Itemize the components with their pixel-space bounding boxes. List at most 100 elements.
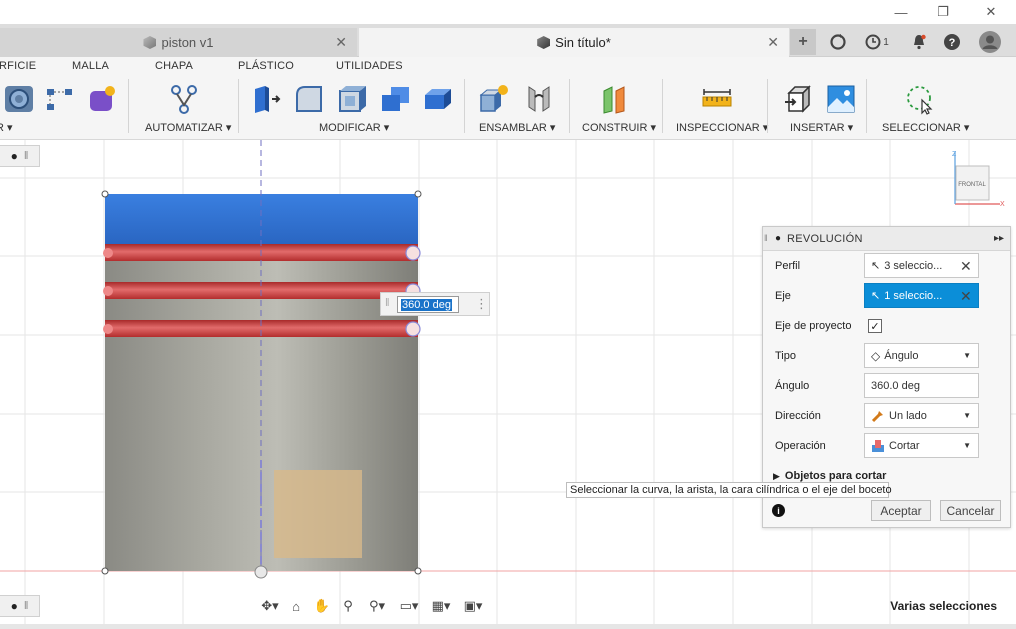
group-label-seleccionar[interactable]: SELECCIONAR ▾ xyxy=(882,121,969,134)
operation-dropdown[interactable]: Cortar ▼ xyxy=(864,433,979,458)
ribbon-tab-chapa[interactable]: CHAPA xyxy=(155,60,193,72)
group-label-insertar[interactable]: INSERTAR ▾ xyxy=(790,121,853,134)
new-tab-button[interactable]: + xyxy=(790,29,816,55)
shell-icon[interactable] xyxy=(336,83,368,115)
group-separator xyxy=(464,79,465,133)
accept-button[interactable]: Aceptar xyxy=(871,500,931,521)
canvas-image-icon[interactable] xyxy=(825,83,857,115)
offset-face-icon[interactable] xyxy=(422,83,454,115)
grip-icon: ‖ xyxy=(385,297,390,309)
more-options-icon[interactable]: ⋮ xyxy=(475,296,488,312)
group-label-construir[interactable]: CONSTRUIR ▾ xyxy=(582,121,656,134)
group-label-create[interactable]: R ▾ xyxy=(0,121,13,134)
fillet-icon[interactable] xyxy=(293,83,325,115)
angle-manipulator-input[interactable]: 360.0 deg xyxy=(397,296,459,313)
bottom-strip xyxy=(0,624,1016,629)
group-label-inspeccionar[interactable]: INSPECCIONAR ▾ xyxy=(676,121,768,134)
joint-icon[interactable] xyxy=(523,83,555,115)
type-dropdown[interactable]: ◇ Ángulo ▼ xyxy=(864,343,979,368)
cut-operation-icon xyxy=(872,439,884,452)
avatar-icon[interactable] xyxy=(977,29,1003,55)
comments-toggle[interactable]: ● ‖ xyxy=(0,595,40,617)
axis-label: Eje xyxy=(775,290,791,302)
document-tabbar: piston v1 ✕ Sin título* ✕ + 1 ? xyxy=(0,24,1016,57)
angle-value: 360.0 deg xyxy=(871,379,920,392)
ribbon-tab-superficie[interactable]: RFICIE xyxy=(0,60,36,72)
tab-sin-titulo[interactable]: Sin título* ✕ xyxy=(359,28,789,57)
press-pull-icon[interactable] xyxy=(250,83,282,115)
clear-axis-icon[interactable]: ✕ xyxy=(960,288,972,305)
restore-button[interactable]: ❐ xyxy=(920,0,966,24)
operation-label: Operación xyxy=(775,440,826,452)
type-label: Tipo xyxy=(775,350,796,362)
fit-icon[interactable]: ⚲▾ xyxy=(362,595,392,617)
group-separator xyxy=(128,79,129,133)
dialog-header[interactable]: ‖ ● REVOLUCIÓN ▸▸ xyxy=(763,227,1010,251)
timer-count: 1 xyxy=(883,36,889,48)
tab-piston-v1[interactable]: piston v1 ✕ xyxy=(0,28,357,57)
info-icon[interactable]: i xyxy=(772,504,785,517)
group-separator xyxy=(662,79,663,133)
tab-label: Sin título* xyxy=(555,35,611,50)
display-settings-icon[interactable]: ▭▾ xyxy=(394,595,424,617)
insert-derive-icon[interactable] xyxy=(783,83,815,115)
expand-arrow-icon: ▶ xyxy=(773,471,780,481)
viewports-icon[interactable]: ▣▾ xyxy=(458,595,488,617)
objects-to-cut-section[interactable]: ▶ Objetos para cortar xyxy=(773,470,886,482)
divider-grip-icon: ‖ xyxy=(23,600,29,612)
viewcube[interactable]: FRONTAL Z X xyxy=(948,148,1008,208)
group-label-automatizar[interactable]: AUTOMATIZAR ▾ xyxy=(145,121,231,134)
toolbar-ribbon: RFICIE MALLA CHAPA PLÁSTICO UTILIDADES R… xyxy=(0,57,1016,140)
help-icon[interactable]: ? xyxy=(939,29,965,55)
new-component-icon[interactable] xyxy=(478,83,510,115)
group-label-ensamblar[interactable]: ENSAMBLAR ▾ xyxy=(479,121,555,134)
torus-icon[interactable] xyxy=(3,83,35,115)
clear-profile-icon[interactable]: ✕ xyxy=(960,258,972,275)
angle-field[interactable]: 360.0 deg xyxy=(864,373,979,398)
grid-settings-icon[interactable]: ▦▾ xyxy=(426,595,456,617)
create-form-icon[interactable] xyxy=(86,83,118,115)
direction-dropdown[interactable]: Un lado ▼ xyxy=(864,403,979,428)
select-icon[interactable] xyxy=(904,83,936,115)
angle-type-icon: ◇ xyxy=(871,348,881,363)
sync-icon[interactable] xyxy=(825,29,851,55)
automate-icon[interactable] xyxy=(168,83,200,115)
project-axis-checkbox[interactable]: ✓ xyxy=(868,319,882,333)
grip-icon[interactable]: ‖ xyxy=(764,233,768,243)
pattern-icon[interactable] xyxy=(43,83,75,115)
minimize-button[interactable]: — xyxy=(878,0,924,24)
collapse-circle-icon: ● xyxy=(10,149,18,163)
look-at-icon[interactable]: ⌂ xyxy=(284,595,308,617)
viewcube-face-label: FRONTAL xyxy=(958,182,986,188)
orbit-icon[interactable]: ✥▾ xyxy=(258,595,282,617)
group-separator xyxy=(238,79,239,133)
profile-label: Perfil xyxy=(775,260,801,272)
browser-toggle[interactable]: ● ‖ xyxy=(0,145,40,167)
selection-tooltip: Seleccionar la curva, la arista, la cara… xyxy=(566,482,892,498)
close-window-button[interactable]: ✕ xyxy=(968,0,1014,24)
axis-z-label: Z xyxy=(952,151,957,158)
ribbon-tab-malla[interactable]: MALLA xyxy=(72,60,109,72)
angle-manipulator: ‖ 360.0 deg ⋮ xyxy=(380,292,490,316)
combine-icon[interactable] xyxy=(379,83,411,115)
expand-dialog-icon[interactable]: ▸▸ xyxy=(994,233,1004,244)
chevron-down-icon: ▼ xyxy=(963,351,971,360)
bell-icon[interactable] xyxy=(906,29,932,55)
cancel-button[interactable]: Cancelar xyxy=(940,500,1001,521)
group-label-modificar[interactable]: MODIFICAR ▾ xyxy=(319,121,389,134)
design-doc-icon xyxy=(537,36,551,49)
divider-grip-icon: ‖ xyxy=(23,150,29,162)
offset-plane-icon[interactable] xyxy=(600,83,632,115)
chevron-down-icon: ▼ xyxy=(963,441,971,450)
job-timer-button[interactable]: 1 xyxy=(860,29,894,55)
pan-icon[interactable]: ✋ xyxy=(310,595,334,617)
tab-close-button[interactable]: ✕ xyxy=(767,34,779,51)
measure-icon[interactable] xyxy=(701,83,733,115)
axis-x-label: X xyxy=(1000,201,1005,208)
dialog-circle-icon: ● xyxy=(775,233,782,244)
ribbon-tab-plastico[interactable]: PLÁSTICO xyxy=(238,60,294,72)
ribbon-tab-utilidades[interactable]: UTILIDADES xyxy=(336,60,403,72)
zoom-icon[interactable]: ⚲ xyxy=(336,595,360,617)
add-circle-icon: ● xyxy=(10,599,18,613)
tab-close-button[interactable]: ✕ xyxy=(335,34,347,51)
